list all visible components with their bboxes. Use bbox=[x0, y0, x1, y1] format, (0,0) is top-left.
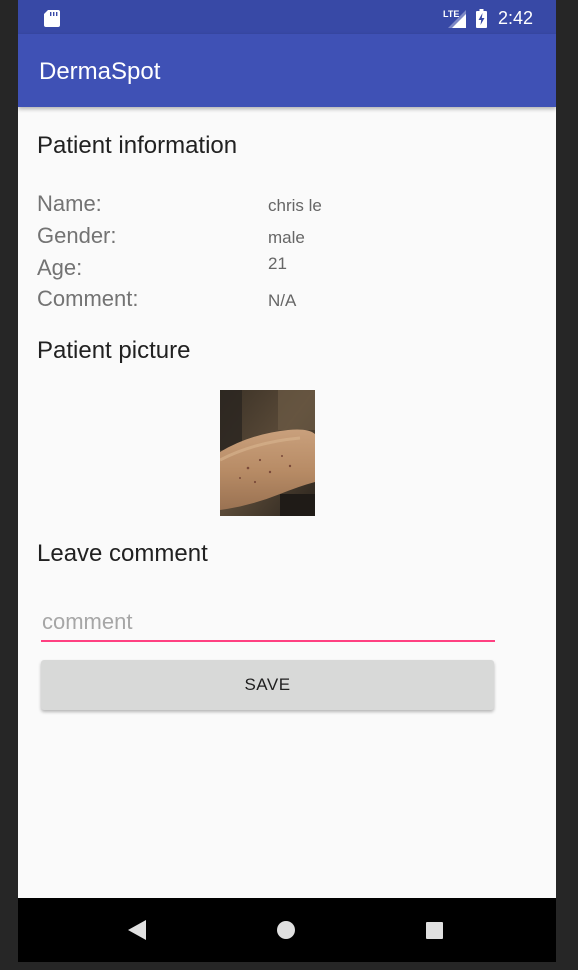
battery-charging-icon bbox=[476, 9, 487, 28]
home-icon[interactable] bbox=[276, 920, 296, 940]
age-label: Age: bbox=[37, 255, 83, 280]
gender-label: Gender: bbox=[37, 223, 117, 248]
screen: LTE 2:42 DermaSpot Patient information N… bbox=[18, 0, 556, 962]
recents-icon[interactable] bbox=[426, 922, 443, 939]
comment-input[interactable] bbox=[41, 604, 495, 642]
gender-value: male bbox=[268, 228, 305, 247]
comment-value: N/A bbox=[268, 291, 297, 310]
status-bar: LTE 2:42 bbox=[18, 0, 556, 34]
sd-card-icon bbox=[44, 10, 60, 27]
leave-comment-heading: Leave comment bbox=[37, 540, 208, 567]
patient-photo[interactable] bbox=[220, 390, 315, 516]
name-label: Name: bbox=[37, 191, 102, 216]
back-icon[interactable] bbox=[128, 920, 146, 940]
signal-icon bbox=[448, 10, 466, 28]
patient-information-heading: Patient information bbox=[37, 132, 238, 159]
app-bar: DermaSpot bbox=[18, 34, 556, 107]
comment-label: Comment: bbox=[37, 286, 139, 311]
save-button[interactable]: SAVE bbox=[41, 660, 494, 710]
patient-photo-image bbox=[220, 390, 315, 516]
name-value: chris le bbox=[268, 196, 322, 215]
device-frame: LTE 2:42 DermaSpot Patient information N… bbox=[0, 0, 578, 970]
status-clock: 2:42 bbox=[498, 8, 534, 28]
age-value: 21 bbox=[268, 254, 287, 273]
app-title: DermaSpot bbox=[39, 58, 161, 85]
patient-picture-heading: Patient picture bbox=[37, 337, 191, 364]
navigation-bar bbox=[18, 898, 556, 962]
